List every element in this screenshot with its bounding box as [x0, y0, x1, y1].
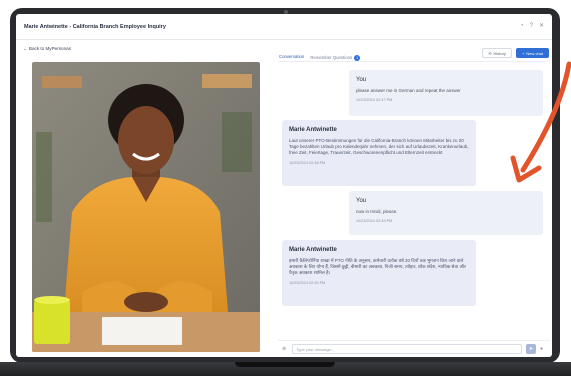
- message-time: 10/23/2024 02:48 PM: [289, 160, 326, 165]
- microphone-icon[interactable]: ●: [540, 346, 543, 352]
- window-controls: ◔ ? ✕: [520, 22, 544, 30]
- message-input[interactable]: [292, 344, 522, 354]
- message-text: Laut unserer PTO-Bestimmungen für die Ca…: [289, 138, 469, 156]
- help-icon[interactable]: ?: [530, 22, 533, 30]
- history-button[interactable]: ⟲ History: [482, 48, 512, 58]
- history-button-label: History: [493, 50, 506, 56]
- back-link-label: Back to MyPersonas: [28, 46, 72, 51]
- app-window: Marie Antwinette - California Branch Emp…: [16, 14, 552, 357]
- message-text: हमारी कैलिफोर्निया शाखा में PTO नीति के …: [289, 258, 466, 276]
- message-agent: Marie Antwinette Laut unserer PTO-Bestim…: [282, 120, 476, 186]
- message-composer: ⊕ ➤ ●: [278, 340, 550, 357]
- window-title: Marie Antwinette - California Branch Emp…: [24, 23, 166, 30]
- message-text: now in Hindi, please.: [356, 209, 398, 214]
- back-link[interactable]: ← Back to MyPersonas: [23, 46, 71, 51]
- history-circle-icon[interactable]: ◔: [520, 22, 524, 30]
- message-sender: Marie Antwinette: [289, 127, 337, 133]
- new-chat-button-label: New chat: [526, 50, 544, 56]
- arrow-icon: [510, 61, 571, 183]
- message-sender: Marie Antwinette: [289, 247, 337, 253]
- plus-icon: +: [521, 50, 525, 56]
- device-notch: [235, 362, 335, 367]
- history-icon: ⟲: [488, 50, 492, 56]
- persona-photo: [32, 62, 260, 352]
- title-bar: Marie Antwinette - California Branch Emp…: [16, 14, 552, 40]
- message-agent: Marie Antwinette हमारी कैलिफोर्निया शाखा…: [282, 240, 476, 306]
- message-time: 10/23/2024 02:49 PM: [356, 219, 393, 224]
- message-sender: You: [356, 198, 367, 204]
- message-time: 10/23/2024 02:50 PM: [289, 280, 326, 285]
- send-button[interactable]: ➤: [526, 344, 536, 354]
- arrow-left-icon: ←: [23, 46, 28, 51]
- tab-remember-questions-label: Remember Questions: [310, 55, 353, 60]
- close-icon[interactable]: ✕: [539, 22, 544, 30]
- send-icon: ➤: [528, 346, 534, 352]
- attach-icon[interactable]: ⊕: [282, 346, 290, 352]
- new-chat-button[interactable]: + New chat: [516, 48, 549, 58]
- message-user: You now in Hindi, please. 10/23/2024 02:…: [349, 191, 543, 235]
